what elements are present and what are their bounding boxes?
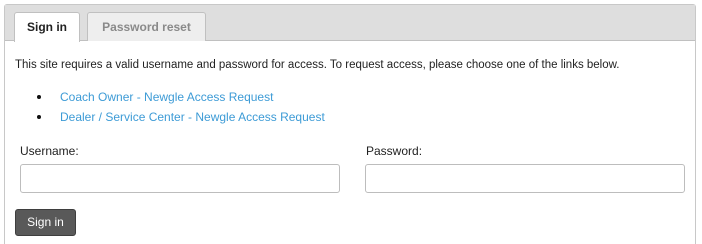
password-input[interactable] <box>365 164 685 193</box>
intro-text: This site requires a valid username and … <box>15 59 620 71</box>
username-label: Username: <box>20 144 79 158</box>
sign-in-button[interactable]: Sign in <box>15 209 76 236</box>
tab-password-reset[interactable]: Password reset <box>87 12 206 41</box>
tab-bar: Sign in Password reset <box>5 5 695 42</box>
dealer-service-center-access-link[interactable]: Dealer / Service Center - Newgle Access … <box>60 107 325 127</box>
coach-owner-access-link[interactable]: Coach Owner - Newgle Access Request <box>60 87 273 107</box>
password-label: Password: <box>366 144 423 158</box>
tab-sign-in[interactable]: Sign in <box>14 12 80 42</box>
username-input[interactable] <box>20 164 340 193</box>
bullet-icon <box>37 115 41 119</box>
bullet-icon <box>37 95 41 99</box>
